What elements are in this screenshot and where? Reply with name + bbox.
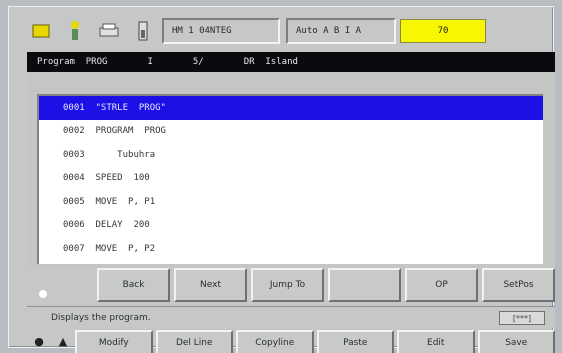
op-button[interactable]: OP: [405, 268, 478, 302]
status-bar: HM 1 04NTEG Auto A B I A 70: [26, 13, 556, 48]
bulb-icon: [26, 16, 56, 46]
status-message: Displays the program.: [51, 312, 151, 323]
printer-icon: [94, 16, 124, 46]
program-panel: 0001 "STRLE PROG" 0002 PROGRAM PROG 0003…: [27, 72, 555, 268]
setpos-button[interactable]: SetPos: [482, 268, 555, 302]
program-list[interactable]: 0001 "STRLE PROG" 0002 PROGRAM PROG 0003…: [37, 94, 543, 264]
program-line-3[interactable]: 0003 Tubuhra: [39, 143, 543, 167]
robot-icon: [60, 16, 90, 46]
paste-button[interactable]: Paste: [316, 330, 394, 353]
blank-button[interactable]: [328, 268, 401, 302]
program-line-1[interactable]: 0001 "STRLE PROG": [39, 96, 543, 120]
indicator-dot: [39, 290, 47, 298]
program-title-bar: Program PROG I 5/ DR Island: [27, 52, 555, 72]
save-button[interactable]: Save: [477, 330, 555, 353]
program-line-4[interactable]: 0004 SPEED 100: [39, 167, 543, 191]
stop-icon: ●: [34, 335, 44, 348]
bottom-key-row: ● ▲ Modify Del Line Copyline Paste Edit …: [27, 330, 555, 353]
speed-override[interactable]: 70: [400, 18, 486, 43]
title-field-4: DR Island: [243, 57, 298, 67]
program-line-5[interactable]: 0005 MOVE P, P1: [39, 190, 543, 214]
title-field-2: I: [147, 57, 153, 67]
jump-to-button[interactable]: Jump To: [251, 268, 324, 302]
program-line-7[interactable]: 0007 MOVE P, P2: [39, 237, 543, 261]
program-name: Program PROG: [37, 57, 108, 67]
back-button[interactable]: Back: [97, 268, 170, 302]
modify-button[interactable]: Modify: [75, 330, 153, 353]
battery-icon: [128, 16, 158, 46]
motor-status: Auto A B I A: [286, 17, 396, 44]
mode-indicator: HM 1 04NTEG: [162, 17, 280, 44]
del-line-button[interactable]: Del Line: [155, 330, 233, 353]
triangle-icon: ▲: [58, 335, 68, 348]
title-field-3: 5/: [192, 57, 204, 67]
program-line-2[interactable]: 0002 PROGRAM PROG: [39, 120, 543, 144]
copyline-button[interactable]: Copyline: [236, 330, 314, 353]
next-button[interactable]: Next: [174, 268, 247, 302]
message-line: Displays the program. [***]: [27, 306, 555, 328]
edit-button[interactable]: Edit: [397, 330, 475, 353]
function-key-row: Back Next Jump To OP SetPos: [27, 268, 555, 302]
message-indicator: [***]: [499, 311, 545, 325]
program-line-6[interactable]: 0006 DELAY 200: [39, 214, 543, 238]
